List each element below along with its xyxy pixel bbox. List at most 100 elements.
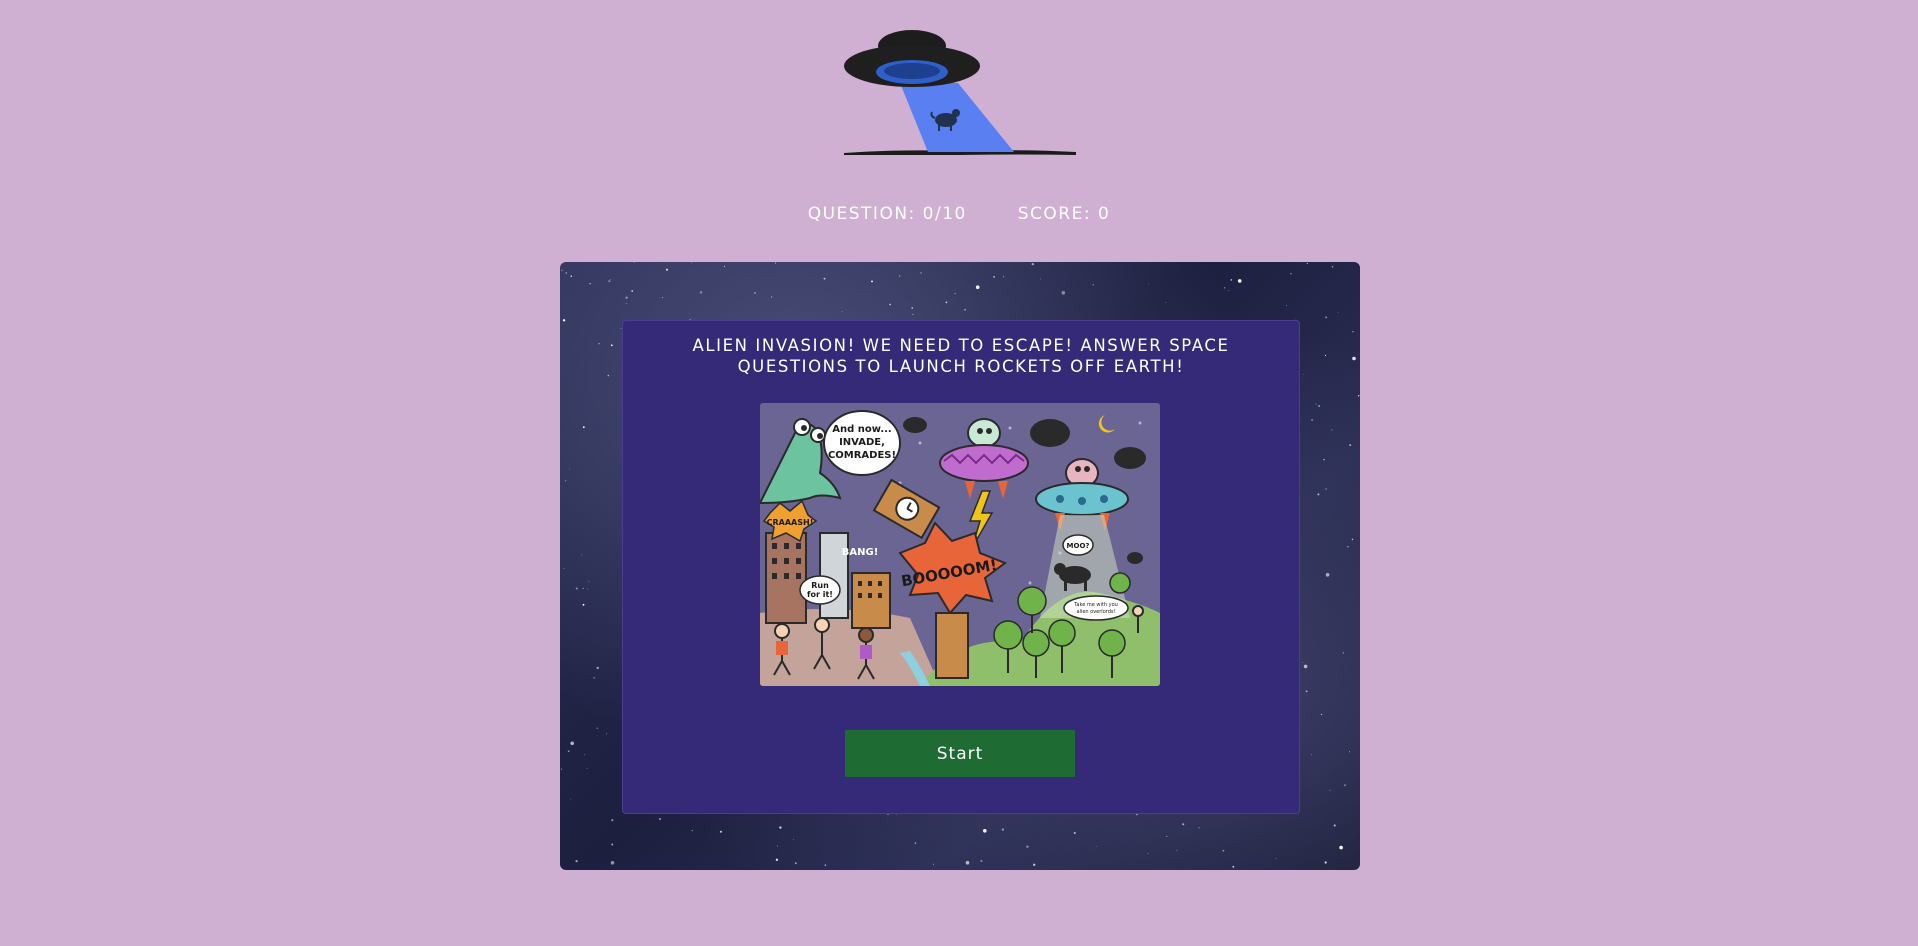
svg-text:alien overlords!: alien overlords! [1076, 609, 1115, 615]
star [1323, 458, 1325, 461]
star [610, 861, 615, 865]
star [771, 296, 773, 298]
star [1331, 265, 1334, 268]
star [1302, 662, 1303, 663]
star [561, 269, 563, 272]
star [564, 480, 567, 482]
star [1318, 405, 1320, 407]
star [567, 750, 570, 753]
star [964, 308, 966, 311]
star [586, 768, 588, 769]
star [1315, 403, 1317, 405]
star [777, 845, 778, 847]
star [1320, 713, 1323, 716]
star [691, 829, 693, 832]
star [1349, 444, 1352, 447]
star [608, 279, 611, 283]
star [1237, 279, 1242, 283]
star [1148, 283, 1149, 285]
star [914, 842, 917, 844]
star [1337, 312, 1339, 313]
star [1329, 789, 1331, 791]
star [1352, 331, 1354, 333]
quiz-stats: QUESTION: 0/10 SCORE: 0 [0, 204, 1918, 224]
star [1073, 832, 1076, 834]
star [889, 303, 891, 306]
quiz-page: QUESTION: 0/10 SCORE: 0 ALIEN INVASION! … [0, 0, 1918, 946]
star [625, 296, 628, 299]
svg-text:INVADE,: INVADE, [839, 437, 885, 448]
star [659, 818, 661, 820]
star [1228, 289, 1230, 291]
star [1031, 262, 1034, 266]
star [561, 768, 562, 770]
star [793, 839, 795, 841]
star [1040, 278, 1042, 280]
star [754, 292, 756, 294]
star [933, 863, 934, 865]
star [582, 587, 584, 590]
start-button[interactable]: Start [845, 730, 1075, 777]
space-panel: ALIEN INVASION! WE NEED TO ESCAPE! ANSWE… [560, 262, 1360, 870]
star [570, 741, 574, 746]
star [568, 468, 570, 470]
star [607, 374, 610, 377]
star [609, 279, 611, 281]
star [1349, 751, 1351, 753]
svg-text:for it!: for it! [807, 590, 833, 599]
question-counter: QUESTION: 0/10 [807, 204, 967, 224]
star [1311, 418, 1314, 421]
svg-text:COMRADES!: COMRADES! [828, 450, 896, 461]
star [589, 282, 591, 285]
star [1305, 690, 1308, 693]
star [611, 819, 614, 822]
intro-title: ALIEN INVASION! WE NEED TO ESCAPE! ANSWE… [692, 336, 1230, 376]
star [1033, 863, 1036, 866]
star [1290, 272, 1292, 275]
star [691, 262, 693, 263]
star [587, 588, 588, 590]
star [824, 864, 827, 866]
ufo-cow-logo-icon [844, 30, 1076, 155]
star [1358, 395, 1360, 397]
star [580, 554, 582, 556]
star [1351, 538, 1354, 541]
star [1095, 845, 1097, 847]
star [562, 319, 566, 322]
star [1306, 262, 1308, 265]
star [1232, 865, 1235, 868]
star [570, 798, 572, 800]
alien-invasion-illustration: And now... INVADE, COMRADES! CRAAASH! BA… [760, 403, 1160, 686]
star [1223, 287, 1226, 289]
star [945, 301, 948, 304]
star [1001, 828, 1005, 831]
svg-text:Take me with you: Take me with you [1073, 602, 1118, 608]
svg-text:CRAAASH!: CRAAASH! [767, 518, 814, 527]
star [611, 843, 614, 846]
star [665, 268, 669, 271]
star [1182, 823, 1185, 826]
star [1285, 304, 1287, 306]
star [582, 426, 585, 429]
score-counter: SCORE: 0 [1017, 204, 1111, 224]
star [631, 290, 634, 292]
star [983, 829, 987, 833]
star [583, 754, 585, 756]
star [1230, 279, 1233, 281]
star [1166, 835, 1168, 838]
star [1325, 573, 1330, 577]
star [575, 587, 578, 590]
star [1176, 850, 1178, 852]
star [775, 858, 779, 861]
star [598, 342, 600, 345]
star [1002, 276, 1005, 278]
star [1342, 652, 1344, 654]
star [1222, 849, 1225, 852]
star [774, 262, 776, 264]
star [699, 291, 703, 294]
star [610, 344, 613, 347]
star [1092, 284, 1094, 286]
star [980, 859, 983, 863]
star [1324, 861, 1327, 864]
star [633, 262, 636, 263]
